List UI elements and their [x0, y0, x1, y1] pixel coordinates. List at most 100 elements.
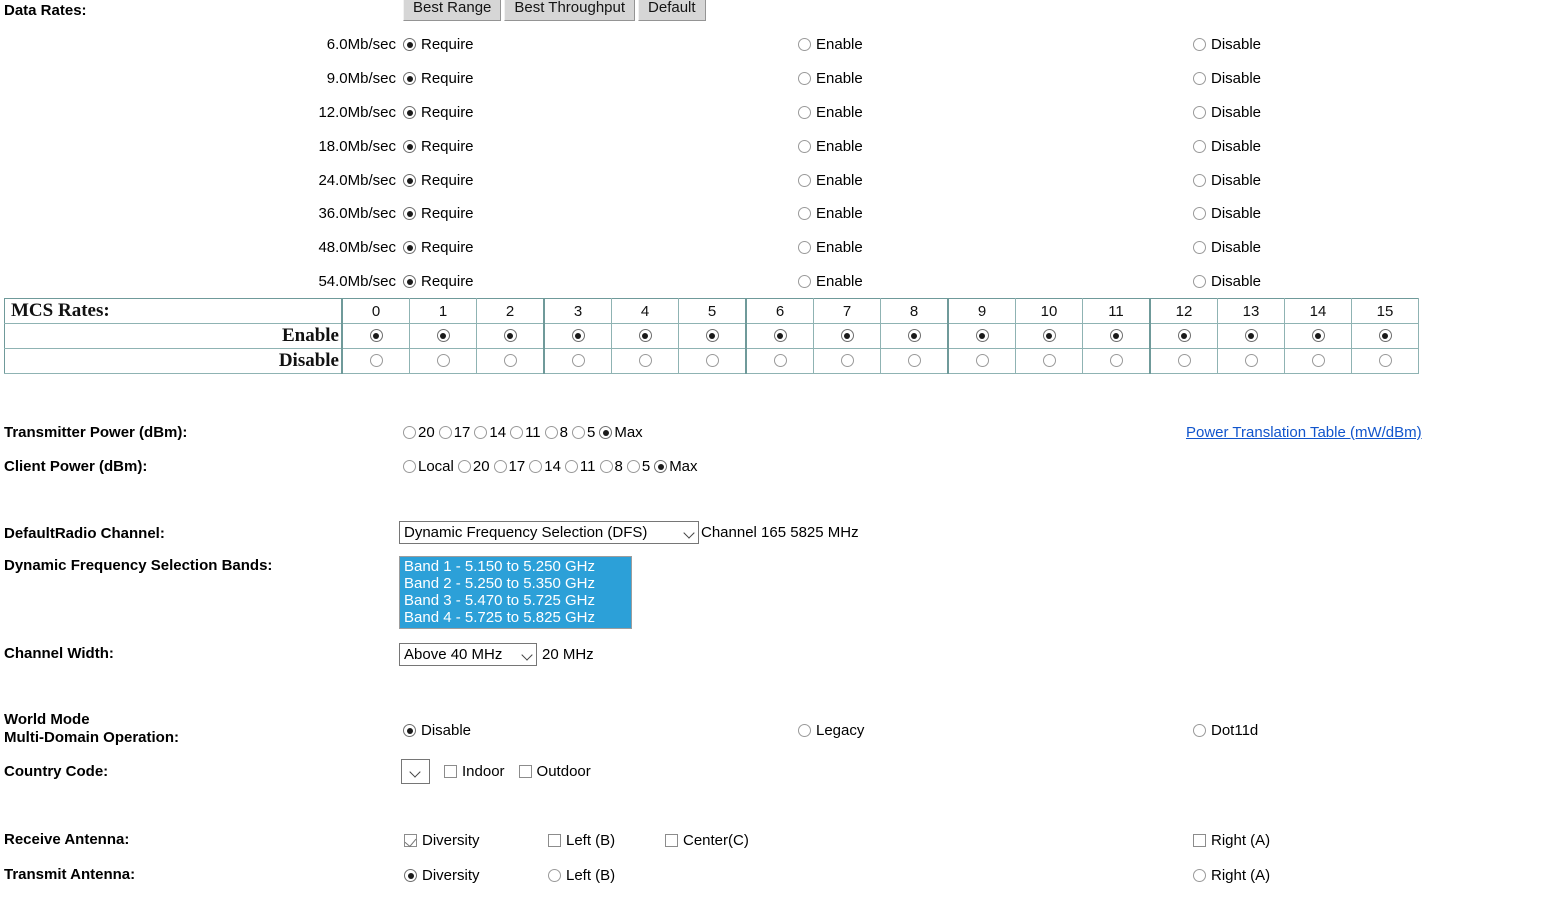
radio-icon[interactable]: [1378, 329, 1392, 342]
radio-icon[interactable]: [705, 354, 719, 367]
mcs-disable-radio-10[interactable]: [1015, 348, 1083, 374]
radio-icon[interactable]: [1042, 329, 1056, 342]
radio-icon[interactable]: [403, 426, 416, 439]
radio-icon[interactable]: [1244, 329, 1258, 342]
mcs-enable-radio-6[interactable]: [745, 323, 814, 349]
radio-icon[interactable]: [403, 207, 416, 220]
radio-icon[interactable]: [403, 275, 416, 288]
mcs-disable-radio-13[interactable]: [1217, 348, 1285, 374]
transmitter-power-option-14[interactable]: 14: [474, 424, 506, 441]
radio-icon[interactable]: [599, 426, 613, 439]
transmitter-power-option-17[interactable]: 17: [438, 424, 470, 441]
radio-icon[interactable]: [403, 174, 416, 187]
radio-icon[interactable]: [403, 140, 416, 153]
radio-icon[interactable]: [510, 426, 524, 439]
radio-icon[interactable]: [369, 354, 383, 367]
radio-icon[interactable]: [798, 275, 811, 288]
radio-icon[interactable]: [544, 426, 558, 439]
receive-antenna-option-diversity[interactable]: Diversity: [404, 832, 480, 849]
radio-icon[interactable]: [1193, 106, 1206, 119]
mcs-enable-radio-11[interactable]: [1082, 323, 1151, 349]
data-rate-disable-option[interactable]: Disable: [1193, 36, 1261, 53]
radio-icon[interactable]: [654, 460, 668, 473]
dfs-band-item[interactable]: Band 4 - 5.725 to 5.825 GHz: [400, 609, 631, 626]
best-throughput-button[interactable]: Best Throughput: [504, 0, 636, 21]
data-rate-require-option[interactable]: Require: [403, 205, 474, 222]
radio-icon[interactable]: [798, 140, 811, 153]
receive-antenna-option-right[interactable]: Right (A): [1193, 832, 1270, 849]
client-power-option-14[interactable]: 14: [529, 458, 561, 475]
radio-icon[interactable]: [1177, 329, 1191, 342]
data-rate-disable-option[interactable]: Disable: [1193, 70, 1261, 87]
radio-icon[interactable]: [403, 72, 416, 85]
data-rate-enable-option[interactable]: Enable: [798, 239, 863, 256]
mcs-enable-radio-0[interactable]: [341, 323, 410, 349]
radio-icon[interactable]: [571, 329, 585, 342]
checkbox-icon[interactable]: [404, 834, 417, 847]
default-button[interactable]: Default: [638, 0, 706, 21]
radio-icon[interactable]: [638, 354, 652, 367]
radio-icon[interactable]: [1177, 354, 1191, 367]
radio-icon[interactable]: [1109, 354, 1123, 367]
radio-icon[interactable]: [436, 329, 450, 342]
radio-icon[interactable]: [1193, 241, 1206, 254]
data-rate-require-option[interactable]: Require: [403, 104, 474, 121]
radio-icon[interactable]: [457, 460, 471, 473]
mcs-disable-radio-11[interactable]: [1082, 348, 1151, 374]
mcs-disable-radio-2[interactable]: [476, 348, 545, 374]
transmit-antenna-option-left[interactable]: Left (B): [548, 867, 615, 884]
data-rate-disable-option[interactable]: Disable: [1193, 172, 1261, 189]
mcs-enable-radio-13[interactable]: [1217, 323, 1285, 349]
radio-icon[interactable]: [798, 724, 811, 737]
dfs-band-item[interactable]: Band 1 - 5.150 to 5.250 GHz: [400, 558, 631, 575]
radio-icon[interactable]: [798, 106, 811, 119]
transmitter-power-option-max[interactable]: Max: [599, 424, 643, 441]
data-rate-disable-option[interactable]: Disable: [1193, 104, 1261, 121]
radio-icon[interactable]: [773, 354, 787, 367]
mcs-disable-radio-15[interactable]: [1351, 348, 1419, 374]
mcs-enable-radio-12[interactable]: [1149, 323, 1218, 349]
radio-icon[interactable]: [474, 426, 488, 439]
channel-width-select[interactable]: Above 40 MHz: [399, 643, 537, 666]
mcs-enable-radio-1[interactable]: [409, 323, 477, 349]
world-mode-option-dot11d[interactable]: Dot11d: [1193, 722, 1258, 739]
dfs-band-item[interactable]: Band 3 - 5.470 to 5.725 GHz: [400, 592, 631, 609]
data-rate-require-option[interactable]: Require: [403, 172, 474, 189]
radio-channel-select[interactable]: Dynamic Frequency Selection (DFS): [399, 521, 699, 544]
radio-icon[interactable]: [1193, 724, 1206, 737]
radio-icon[interactable]: [1193, 72, 1206, 85]
dfs-band-item[interactable]: Band 2 - 5.250 to 5.350 GHz: [400, 575, 631, 592]
transmitter-power-option-20[interactable]: 20: [403, 424, 435, 441]
data-rate-enable-option[interactable]: Enable: [798, 104, 863, 121]
radio-icon[interactable]: [403, 106, 416, 119]
data-rate-require-option[interactable]: Require: [403, 36, 474, 53]
world-mode-option-disable[interactable]: Disable: [403, 722, 471, 739]
radio-icon[interactable]: [438, 426, 452, 439]
radio-icon[interactable]: [705, 329, 719, 342]
radio-icon[interactable]: [1311, 329, 1325, 342]
checkbox-icon[interactable]: [518, 765, 532, 778]
data-rate-enable-option[interactable]: Enable: [798, 273, 863, 290]
radio-icon[interactable]: [493, 460, 507, 473]
data-rate-enable-option[interactable]: Enable: [798, 205, 863, 222]
mcs-enable-radio-2[interactable]: [476, 323, 545, 349]
data-rate-disable-option[interactable]: Disable: [1193, 205, 1261, 222]
client-power-option-5[interactable]: 5: [626, 458, 650, 475]
world-mode-option-legacy[interactable]: Legacy: [798, 722, 864, 739]
country-code-indoor-checkbox[interactable]: Indoor: [444, 763, 505, 780]
radio-icon[interactable]: [798, 38, 811, 51]
radio-icon[interactable]: [403, 460, 416, 473]
mcs-enable-radio-8[interactable]: [880, 323, 949, 349]
radio-icon[interactable]: [1193, 140, 1206, 153]
receive-antenna-option-left[interactable]: Left (B): [548, 832, 615, 849]
data-rate-enable-option[interactable]: Enable: [798, 138, 863, 155]
data-rate-require-option[interactable]: Require: [403, 138, 474, 155]
best-range-button[interactable]: Best Range: [403, 0, 502, 21]
radio-icon[interactable]: [1193, 275, 1206, 288]
radio-icon[interactable]: [404, 869, 417, 882]
checkbox-icon[interactable]: [665, 834, 678, 847]
mcs-enable-radio-5[interactable]: [678, 323, 747, 349]
mcs-disable-radio-6[interactable]: [745, 348, 814, 374]
radio-icon[interactable]: [798, 241, 811, 254]
mcs-disable-radio-14[interactable]: [1284, 348, 1352, 374]
